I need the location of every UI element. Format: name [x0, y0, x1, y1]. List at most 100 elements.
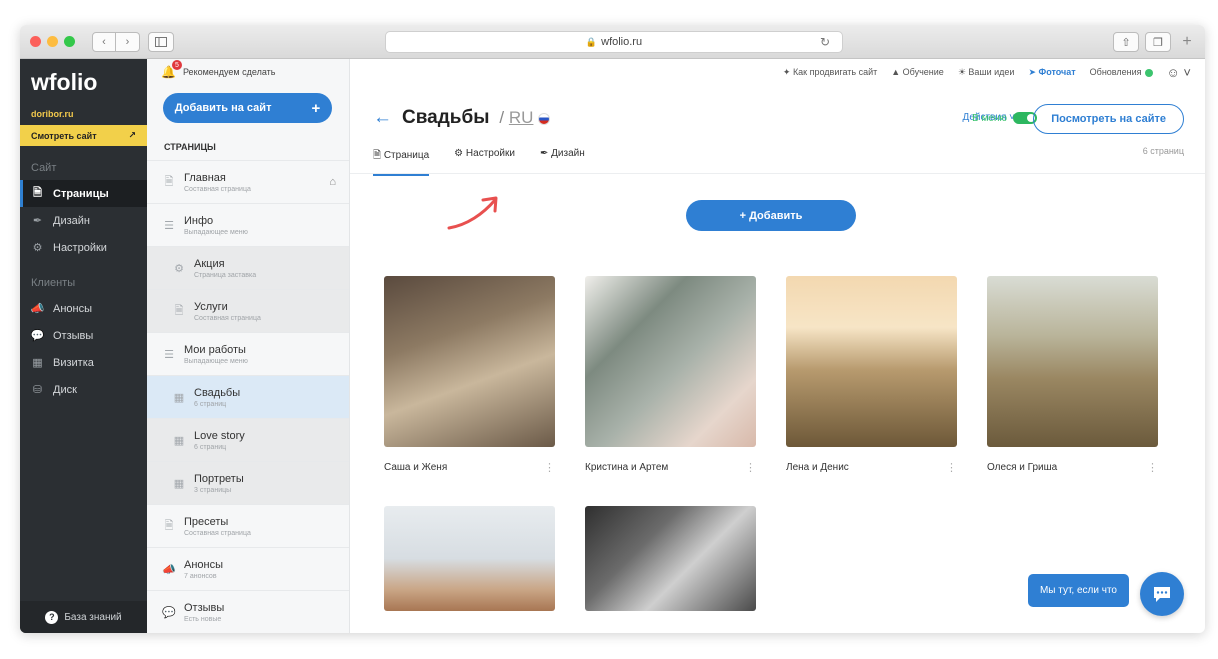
tab-design[interactable]: ✒ Дизайн: [540, 148, 585, 176]
knowledge-base-label: База знаний: [64, 611, 122, 623]
close-dot[interactable]: [30, 36, 41, 47]
gear-icon: ⚙: [174, 262, 184, 275]
sidebar-item-label: Визитка: [53, 356, 94, 369]
page-item-main[interactable]: 🗎 Главная Составная страница ⌂: [147, 160, 349, 203]
add-to-site-button[interactable]: Добавить на сайт +: [163, 93, 332, 123]
language-selector[interactable]: / RU: [499, 108, 551, 128]
gallery-card[interactable]: [585, 506, 756, 611]
page-item-lovestory[interactable]: ▦ Love story 6 страниц: [147, 418, 349, 461]
gallery-card[interactable]: Кристина и Артем ⋮: [585, 276, 756, 474]
wedding-photo[interactable]: [585, 506, 756, 611]
wedding-photo[interactable]: [384, 506, 555, 611]
sidebar-item-pages[interactable]: 🗎 Страницы: [20, 180, 147, 207]
learning-label: Обучение: [902, 67, 944, 77]
history-buttons: ‹ ›: [92, 32, 140, 52]
zoom-dot[interactable]: [64, 36, 75, 47]
forward-nav-button[interactable]: ›: [116, 32, 140, 52]
sidebar-item-disk[interactable]: ⛁ Диск: [20, 376, 147, 403]
view-on-site-button[interactable]: Посмотреть на сайте: [1033, 104, 1184, 134]
wedding-photo[interactable]: [786, 276, 957, 447]
reload-icon[interactable]: ↻: [820, 35, 830, 49]
page-item-info[interactable]: ☰ Инфо Выпадающее меню: [147, 203, 349, 246]
updates-link[interactable]: Обновления: [1090, 67, 1153, 77]
ideas-label: Ваши идеи: [968, 66, 1015, 77]
page-item-reviews[interactable]: 💬 Отзывы Есть новые: [147, 590, 349, 633]
page-item-announcements[interactable]: 📣 Анонсы 7 анонсов: [147, 547, 349, 590]
promote-link[interactable]: ✦ Как продвигать сайт: [783, 67, 877, 78]
sidebar-item-reviews[interactable]: 💬 Отзывы: [20, 322, 147, 349]
back-nav-button[interactable]: ‹: [92, 32, 116, 52]
wedding-photo[interactable]: [585, 276, 756, 447]
add-gallery-button[interactable]: + Добавить: [686, 200, 856, 231]
address-bar[interactable]: 🔒 wfolio.ru ↻: [385, 31, 843, 53]
card-title: Лена и Денис: [786, 462, 849, 473]
sidebar-item-card[interactable]: ▦ Визитка: [20, 349, 147, 376]
ideas-link[interactable]: ☀ Ваши идеи: [958, 67, 1015, 78]
annotation-arrow-icon: [447, 196, 498, 230]
page-title: Свадьбы: [402, 107, 490, 128]
view-site-label: Смотреть сайт: [31, 130, 97, 141]
tab-settings[interactable]: ⚙ Настройки: [454, 148, 515, 176]
home-icon: ⌂: [329, 176, 336, 188]
page-item-services[interactable]: 🗎 Услуги Составная страница: [147, 289, 349, 332]
tab-divider: [350, 173, 1205, 174]
sidebar-item-settings[interactable]: ⚙ Настройки: [20, 234, 147, 261]
page-type: 7 анонсов: [184, 572, 217, 580]
page-item-portraits[interactable]: ▦ Портреты 3 страницы: [147, 461, 349, 504]
gallery-card[interactable]: Саша и Женя ⋮: [384, 276, 555, 474]
in-menu-toggle[interactable]: В меню: [972, 112, 1037, 124]
comments-icon: 💬: [30, 330, 45, 342]
page-type: Страница заставка: [194, 271, 257, 279]
learning-link[interactable]: ▲ Обучение: [891, 67, 944, 77]
page-header: ← Свадьбы / RU: [373, 107, 551, 129]
lightbulb-icon: ☀: [957, 66, 969, 77]
grid-icon: ▦: [173, 477, 185, 490]
chat-button[interactable]: [1140, 572, 1184, 616]
sidebar-item-design[interactable]: ✒ Дизайн: [20, 207, 147, 234]
page-icon: 🗎: [373, 150, 384, 161]
plus-icon: +: [311, 99, 321, 117]
card-icon: ▦: [32, 357, 43, 369]
knowledge-base-link[interactable]: ? База знаний: [20, 601, 147, 633]
browser-window: ‹ › 🔒 wfolio.ru ↻ ⇧ ❐ + wfolio doribor.r…: [20, 25, 1205, 633]
new-tab-icon[interactable]: +: [1177, 32, 1197, 52]
card-title: Саша и Женя: [384, 462, 448, 473]
view-site-button[interactable]: Смотреть сайт ↗: [20, 125, 147, 146]
notification-badge: 5: [171, 60, 182, 70]
tab-page[interactable]: 🗎 Страница: [373, 148, 430, 176]
gallery-card[interactable]: [384, 506, 555, 611]
logo[interactable]: wfolio: [20, 59, 147, 105]
back-arrow-icon[interactable]: ←: [373, 107, 392, 129]
more-options-icon[interactable]: ⋮: [544, 461, 555, 474]
gallery-card[interactable]: Олеся и Гриша ⋮: [987, 276, 1158, 474]
sidebar-toggle-icon[interactable]: [148, 32, 174, 52]
page-item-works[interactable]: ☰ Мои работы Выпадающее меню: [147, 332, 349, 375]
more-options-icon[interactable]: ⋮: [745, 461, 756, 474]
gallery-card[interactable]: Лена и Денис ⋮: [786, 276, 957, 474]
chat-prompt[interactable]: Мы тут, если что: [1027, 574, 1129, 607]
fotochat-label: Фоточат: [1038, 66, 1076, 77]
sidebar-item-label: Настройки: [53, 241, 107, 254]
gear-icon: ⚙: [32, 242, 43, 254]
minimize-dot[interactable]: [47, 36, 58, 47]
share-icon[interactable]: ⇧: [1113, 32, 1139, 52]
recommend-link[interactable]: 🔔 5 Рекомендуем сделать: [147, 59, 349, 85]
avatar[interactable]: ☺ ˅: [1167, 65, 1191, 80]
tabs-icon[interactable]: ❐: [1145, 32, 1171, 52]
more-options-icon[interactable]: ⋮: [946, 461, 957, 474]
fotochat-link[interactable]: ➤ Фоточат: [1028, 67, 1075, 78]
wedding-photo[interactable]: [384, 276, 555, 447]
external-link-icon: ↗: [128, 130, 136, 140]
section-clients-title: Клиенты: [31, 277, 76, 289]
sidebar-item-announcements[interactable]: 📣 Анонсы: [20, 295, 147, 322]
page-item-promo[interactable]: ⚙ Акция Страница заставка: [147, 246, 349, 289]
window-controls: [30, 36, 75, 47]
wedding-photo[interactable]: [987, 276, 1158, 447]
more-options-icon[interactable]: ⋮: [1147, 461, 1158, 474]
sidebar-item-label: Диск: [53, 383, 77, 396]
page-item-presets[interactable]: 🗎 Пресеты Составная страница: [147, 504, 349, 547]
page-type: Составная страница: [184, 529, 251, 537]
tab-label: Дизайн: [551, 148, 585, 159]
sidebar-item-label: Отзывы: [53, 329, 94, 342]
page-item-weddings[interactable]: ▦ Свадьбы 6 страниц: [147, 375, 349, 418]
